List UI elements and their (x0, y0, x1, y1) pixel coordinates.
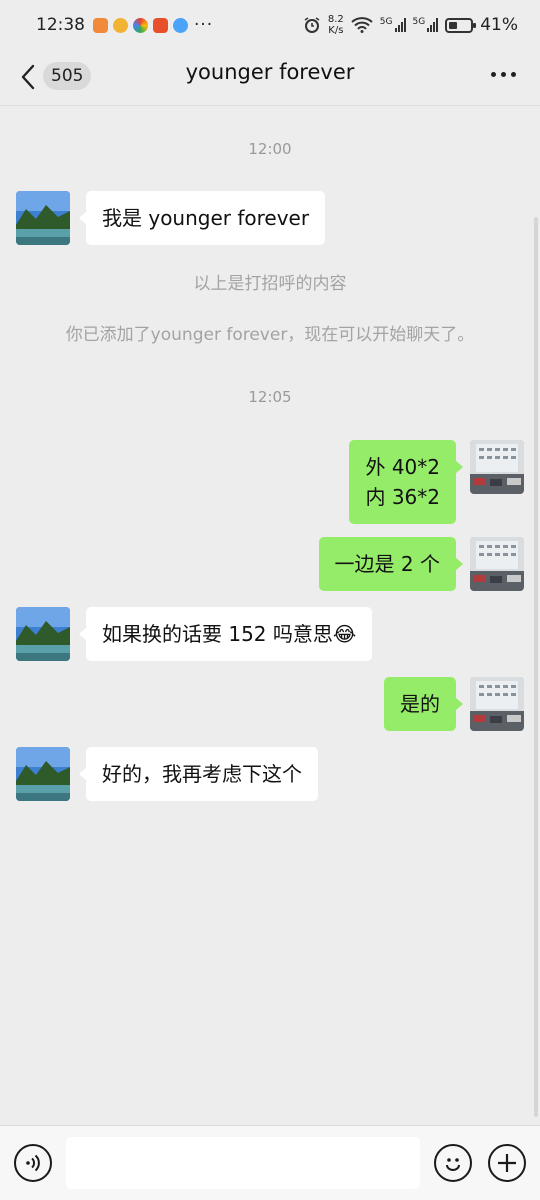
status-bar: 12:38 ··· 8.2 K/s 5G 5G 41% (0, 0, 540, 50)
laughing-emoji-icon: 😂 (332, 622, 357, 646)
status-time: 12:38 (36, 15, 85, 35)
scrollbar[interactable] (534, 217, 538, 1117)
app-notification-icon (153, 17, 168, 33)
message-bubble-incoming[interactable]: 好的，我再考虑下这个 (79, 747, 318, 801)
app-notification-icon (173, 17, 188, 33)
chat-header: 505 younger forever (0, 50, 540, 106)
emoji-icon (446, 1158, 460, 1171)
system-notice: 你已添加了younger forever，现在可以开始聊天了。 (65, 325, 475, 345)
message-bubble-outgoing[interactable]: 外 40*2 内 36*2 (349, 440, 463, 524)
notification-icons (93, 17, 188, 33)
app-notification-icon (93, 17, 108, 33)
emoji-button[interactable] (434, 1144, 472, 1182)
message-timestamp: 12:00 (248, 140, 292, 158)
message-bubble-incoming[interactable]: 我是 younger forever (78, 191, 326, 245)
contact-avatar[interactable] (16, 607, 70, 661)
input-bar (0, 1125, 540, 1200)
message-line: 外 40*2 (365, 455, 440, 479)
message-input[interactable] (66, 1137, 420, 1189)
my-avatar[interactable] (470, 440, 524, 494)
battery-percent: 41% (480, 15, 518, 35)
signal-icon: 5G (380, 18, 406, 32)
message-bubble-incoming[interactable]: 如果换的话要 152 吗意思😂 (78, 607, 373, 661)
message-bubble-outgoing[interactable]: 一边是 2 个 (318, 537, 464, 591)
more-notifications-icon: ··· (194, 15, 214, 35)
plus-icon (498, 1154, 516, 1172)
battery-icon (445, 17, 477, 33)
contact-avatar[interactable] (16, 747, 70, 801)
add-button[interactable] (488, 1144, 526, 1182)
system-notice: 以上是打招呼的内容 (193, 274, 347, 294)
message-bubble-outgoing[interactable]: 是的 (384, 677, 463, 731)
voice-button[interactable] (14, 1144, 52, 1182)
message-line: 内 36*2 (365, 485, 440, 509)
app-notification-icon (113, 17, 128, 33)
wifi-icon (351, 17, 373, 33)
message-timestamp: 12:05 (248, 388, 292, 406)
contact-avatar[interactable] (16, 191, 70, 245)
more-options-button[interactable] (491, 72, 516, 77)
my-avatar[interactable] (470, 537, 524, 591)
message-list[interactable]: 12:00 我是 younger forever 以上是打招呼的内容 你已添加了… (0, 107, 540, 1125)
message-text: 如果换的话要 152 吗意思 (102, 622, 333, 646)
network-speed: 8.2 K/s (327, 14, 344, 36)
alarm-icon (304, 17, 320, 33)
my-avatar[interactable] (470, 677, 524, 731)
voice-icon (26, 1154, 40, 1172)
chat-title: younger forever (185, 60, 355, 84)
app-notification-icon (133, 17, 148, 33)
signal-icon: 5G (413, 18, 439, 32)
